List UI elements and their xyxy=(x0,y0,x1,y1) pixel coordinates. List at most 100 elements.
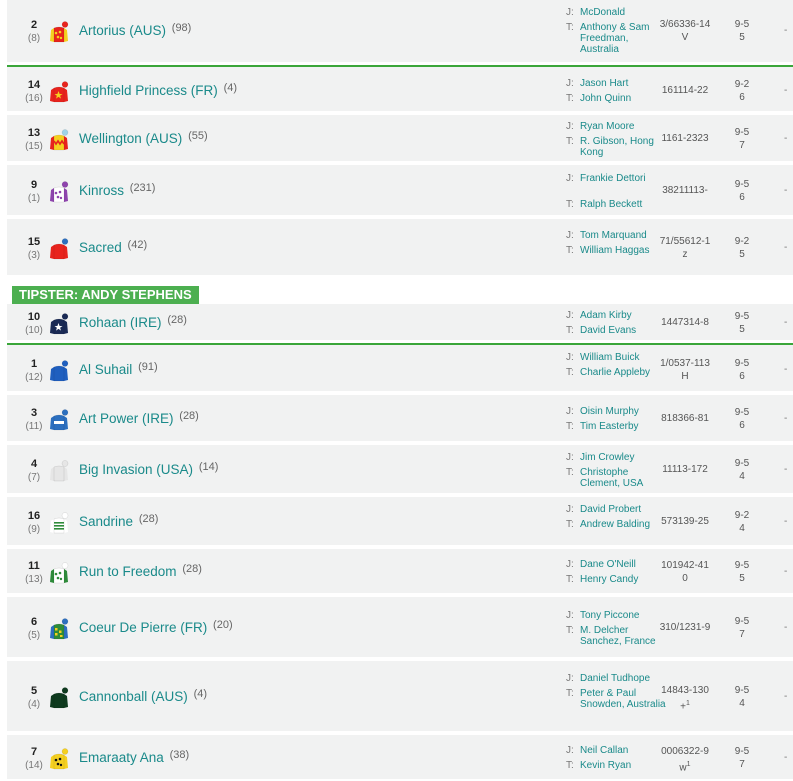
horse-name-link[interactable]: Kinross (231) xyxy=(79,182,155,198)
jockey-link[interactable]: Adam Kirby xyxy=(580,310,666,321)
horse-name-link[interactable]: Emaraaty Ana (38) xyxy=(79,749,189,765)
horse-name[interactable]: Wellington (AUS) xyxy=(79,131,182,146)
jockey-link[interactable]: Tony Piccone xyxy=(580,610,666,621)
horse-name-link[interactable]: Run to Freedom (28) xyxy=(79,563,202,579)
jockey-label: J: xyxy=(566,351,574,363)
jockey-info: J: Jason Hart xyxy=(566,78,666,89)
jockey-link[interactable]: Tom Marquand xyxy=(580,230,666,241)
horse-name[interactable]: Highfield Princess (FR) xyxy=(79,83,218,98)
horse-name-link[interactable]: Artorius (AUS) (98) xyxy=(79,22,191,38)
horse-name[interactable]: Cannonball (AUS) xyxy=(79,689,188,704)
horse-name-link[interactable]: Cannonball (AUS) (4) xyxy=(79,688,207,704)
horse-name[interactable]: Emaraaty Ana xyxy=(79,750,164,765)
trainer-link[interactable]: William Haggas xyxy=(580,245,666,256)
trainer-link[interactable]: Ralph Beckett xyxy=(580,199,666,210)
jockey-link[interactable]: Frankie Dettori xyxy=(580,173,666,184)
jockey-link[interactable]: Jason Hart xyxy=(580,78,666,89)
age-value: 5 xyxy=(739,249,745,260)
trainer-label: T: xyxy=(566,366,574,378)
horse-name[interactable]: Sandrine xyxy=(79,514,133,529)
trainer-link[interactable]: Christophe Clement, USA xyxy=(580,467,666,489)
form-line: 310/1231-9 xyxy=(659,622,711,633)
trainer-link[interactable]: Andrew Balding xyxy=(580,519,666,530)
jockey-link[interactable]: Dane O'Neill xyxy=(580,559,666,570)
runner-row[interactable]: 6 (5) Coeur De Pierre (FR) (20) J: Tony P… xyxy=(7,597,793,659)
trainer-info: T: M. Delcher Sanchez, France xyxy=(566,625,666,647)
trainer-label: T: xyxy=(566,574,574,585)
age-value: 6 xyxy=(739,192,745,203)
horse-name-link[interactable]: Al Suhail (91) xyxy=(79,361,158,377)
trainer-link[interactable]: Kevin Ryan xyxy=(580,760,666,771)
runner-form: 310/1231-9 xyxy=(655,621,715,634)
runner-form: 161114-22 xyxy=(655,84,715,97)
horse-name[interactable]: Rohaan (IRE) xyxy=(79,315,162,330)
horse-name-link[interactable]: Highfield Princess (FR) (4) xyxy=(79,82,237,98)
trainer-info: T: Henry Candy xyxy=(566,574,666,585)
horse-rating: (4) xyxy=(193,688,208,700)
runner-row[interactable]: 3 (11) Art Power (IRE) (28) J: Oisin Murp… xyxy=(7,395,793,443)
runner-row[interactable]: 1 (12) Al Suhail (91) J: William Buick T:… xyxy=(7,343,793,393)
jockey-silk-icon xyxy=(47,512,69,534)
horse-name[interactable]: Kinross xyxy=(79,183,124,198)
horse-name-link[interactable]: Rohaan (IRE) (28) xyxy=(79,314,187,330)
horse-name[interactable]: Big Invasion (USA) xyxy=(79,462,193,477)
horse-name-link[interactable]: Sacred (42) xyxy=(79,239,147,255)
runner-row[interactable]: 10 (10) Rohaan (IRE) (28) J: Adam Kirby T… xyxy=(7,304,793,342)
weight-value: 9-5 xyxy=(734,311,750,322)
runner-weight: 9-5 5 xyxy=(731,310,753,336)
runner-number: 10 xyxy=(27,311,41,323)
form-line: 573139-25 xyxy=(661,516,709,527)
runner-row[interactable]: 15 (3) Sacred (42) J: Tom Marquand T: Will… xyxy=(7,219,793,277)
jockey-link[interactable]: David Probert xyxy=(580,504,666,515)
runner-row[interactable]: 5 (4) Cannonball (AUS) (4) J: Daniel Tudh… xyxy=(7,661,793,733)
trainer-link[interactable]: M. Delcher Sanchez, France xyxy=(580,625,666,647)
jockey-link[interactable]: William Buick xyxy=(580,352,666,363)
trainer-link[interactable]: Henry Candy xyxy=(580,574,666,585)
horse-name-link[interactable]: Art Power (IRE) (28) xyxy=(79,410,199,426)
odds-placeholder: - xyxy=(784,242,788,253)
jockey-silk-icon xyxy=(47,181,69,203)
runner-row[interactable]: 9 (1) Kinross (231) J: Frankie Dettori T:… xyxy=(7,165,793,217)
trainer-link[interactable]: R. Gibson, Hong Kong xyxy=(580,136,666,158)
runner-row[interactable]: 14 (16) Highfield Princess (FR) (4) J: Ja… xyxy=(7,65,793,113)
jockey-link[interactable]: McDonald xyxy=(580,7,666,18)
jockey-link[interactable]: Jim Crowley xyxy=(580,452,666,463)
jockey-link[interactable]: Oisin Murphy xyxy=(580,406,666,417)
horse-name[interactable]: Run to Freedom xyxy=(79,564,177,579)
jockey-silk-icon xyxy=(47,360,69,382)
horse-name-link[interactable]: Sandrine (28) xyxy=(79,513,158,529)
runner-row[interactable]: 2 (8) Artorius (AUS) (98) J: McDonald T: A… xyxy=(7,0,793,64)
runner-weight: 9-5 7 xyxy=(731,126,753,152)
trainer-label: T: xyxy=(566,22,574,33)
jockey-label: J: xyxy=(566,7,574,18)
runner-row[interactable]: 13 (15) Wellington (AUS) (55) J: Ryan Moo… xyxy=(7,115,793,163)
horse-name[interactable]: Sacred xyxy=(79,240,122,255)
runner-row[interactable]: 11 (13) Run to Freedom (28) J: Dane O'Nei… xyxy=(7,549,793,595)
trainer-link[interactable]: Anthony & Sam Freedman, Australia xyxy=(580,22,666,55)
horse-name[interactable]: Art Power (IRE) xyxy=(79,411,174,426)
trainer-link[interactable]: Tim Easterby xyxy=(580,421,666,432)
trainer-link[interactable]: John Quinn xyxy=(580,93,666,104)
runner-row[interactable]: 7 (14) Emaraaty Ana (38) J: Neil Callan T… xyxy=(7,735,793,781)
runner-draw: (1) xyxy=(27,193,41,204)
weight-value: 9-5 xyxy=(734,560,750,571)
horse-name[interactable]: Al Suhail xyxy=(79,362,132,377)
trainer-link[interactable]: Charlie Appleby xyxy=(580,367,666,378)
jockey-silk-icon xyxy=(47,238,69,260)
horse-name[interactable]: Artorius (AUS) xyxy=(79,23,166,38)
jockey-link[interactable]: Daniel Tudhope xyxy=(580,673,666,684)
runner-row[interactable]: 16 (9) Sandrine (28) J: David Probert T: A… xyxy=(7,497,793,547)
horse-name[interactable]: Coeur De Pierre (FR) xyxy=(79,620,207,635)
form-line: 71/55612-1 xyxy=(659,236,711,247)
horse-name-link[interactable]: Big Invasion (USA) (14) xyxy=(79,461,218,477)
runner-draw: (15) xyxy=(25,141,43,152)
jockey-link[interactable]: Neil Callan xyxy=(580,745,666,756)
runner-row[interactable]: 4 (7) Big Invasion (USA) (14) J: Jim Crow… xyxy=(7,445,793,495)
trainer-link[interactable]: David Evans xyxy=(580,325,666,336)
jockey-link[interactable]: Ryan Moore xyxy=(580,121,666,132)
trainer-link[interactable]: Peter & Paul Snowden, Australia xyxy=(580,688,666,710)
trainer-label: T: xyxy=(566,688,574,699)
horse-name-link[interactable]: Wellington (AUS) (55) xyxy=(79,130,208,146)
horse-name-link[interactable]: Coeur De Pierre (FR) (20) xyxy=(79,619,233,635)
jockey-label: J: xyxy=(566,609,574,621)
